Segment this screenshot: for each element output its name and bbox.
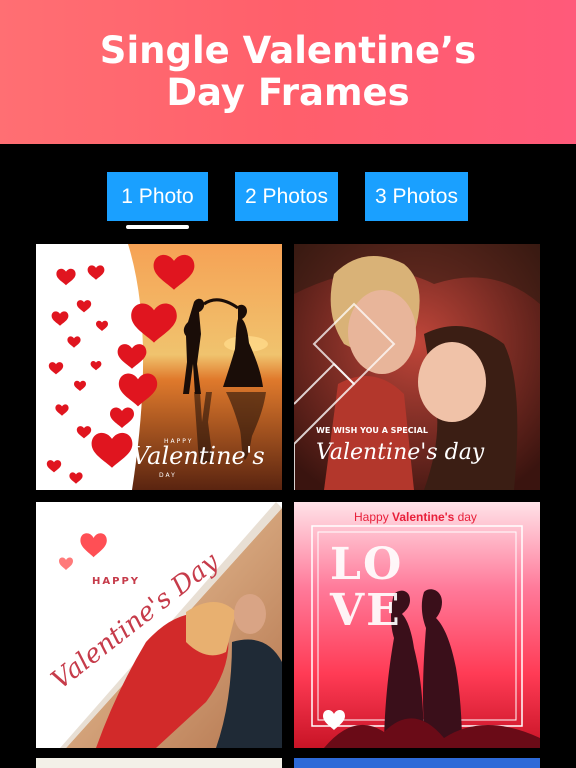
tab-2-photos[interactable]: 2 Photos [235, 172, 338, 221]
frame-4-caption-prefix: Happy [354, 510, 393, 524]
page-title: Single Valentine’s Day Frames [99, 29, 477, 114]
frame-card-1[interactable]: HAPPY Valentine's DAY [36, 244, 282, 490]
frame-4-caption: Happy Valentine's day [354, 510, 477, 524]
frame-card-4[interactable]: Happy Valentine's day LOVE [294, 502, 540, 748]
frame-card-6[interactable] [294, 758, 540, 768]
tab-1-photo[interactable]: 1 Photo [107, 172, 208, 221]
frame-1-day: DAY [159, 472, 177, 479]
photo-count-tabs: 1 Photo 2 Photos 3 Photos [0, 172, 576, 232]
selected-tab-indicator [126, 225, 189, 229]
frame-4-caption-strong: Valentine's [392, 510, 455, 524]
frame-1-valentines: Valentine's [132, 442, 265, 470]
frame-card-3[interactable]: HAPPY Valentine's Day [36, 502, 282, 748]
tab-3-photos[interactable]: 3 Photos [365, 172, 468, 221]
frame-card-2[interactable]: WE WISH YOU A SPECIAL Valentine's day [294, 244, 540, 490]
frame-2-valentines-day: Valentine's day [316, 440, 485, 465]
frame-4-caption-suffix: day [454, 510, 477, 524]
frame-2-wish-line: WE WISH YOU A SPECIAL [316, 426, 428, 435]
frame-card-5[interactable] [36, 758, 282, 768]
header: Single Valentine’s Day Frames [0, 0, 576, 144]
frame-3-happy: HAPPY [92, 576, 141, 587]
frame-3-artwork [59, 502, 282, 748]
frame-4-love-word: LOVE [330, 539, 404, 636]
